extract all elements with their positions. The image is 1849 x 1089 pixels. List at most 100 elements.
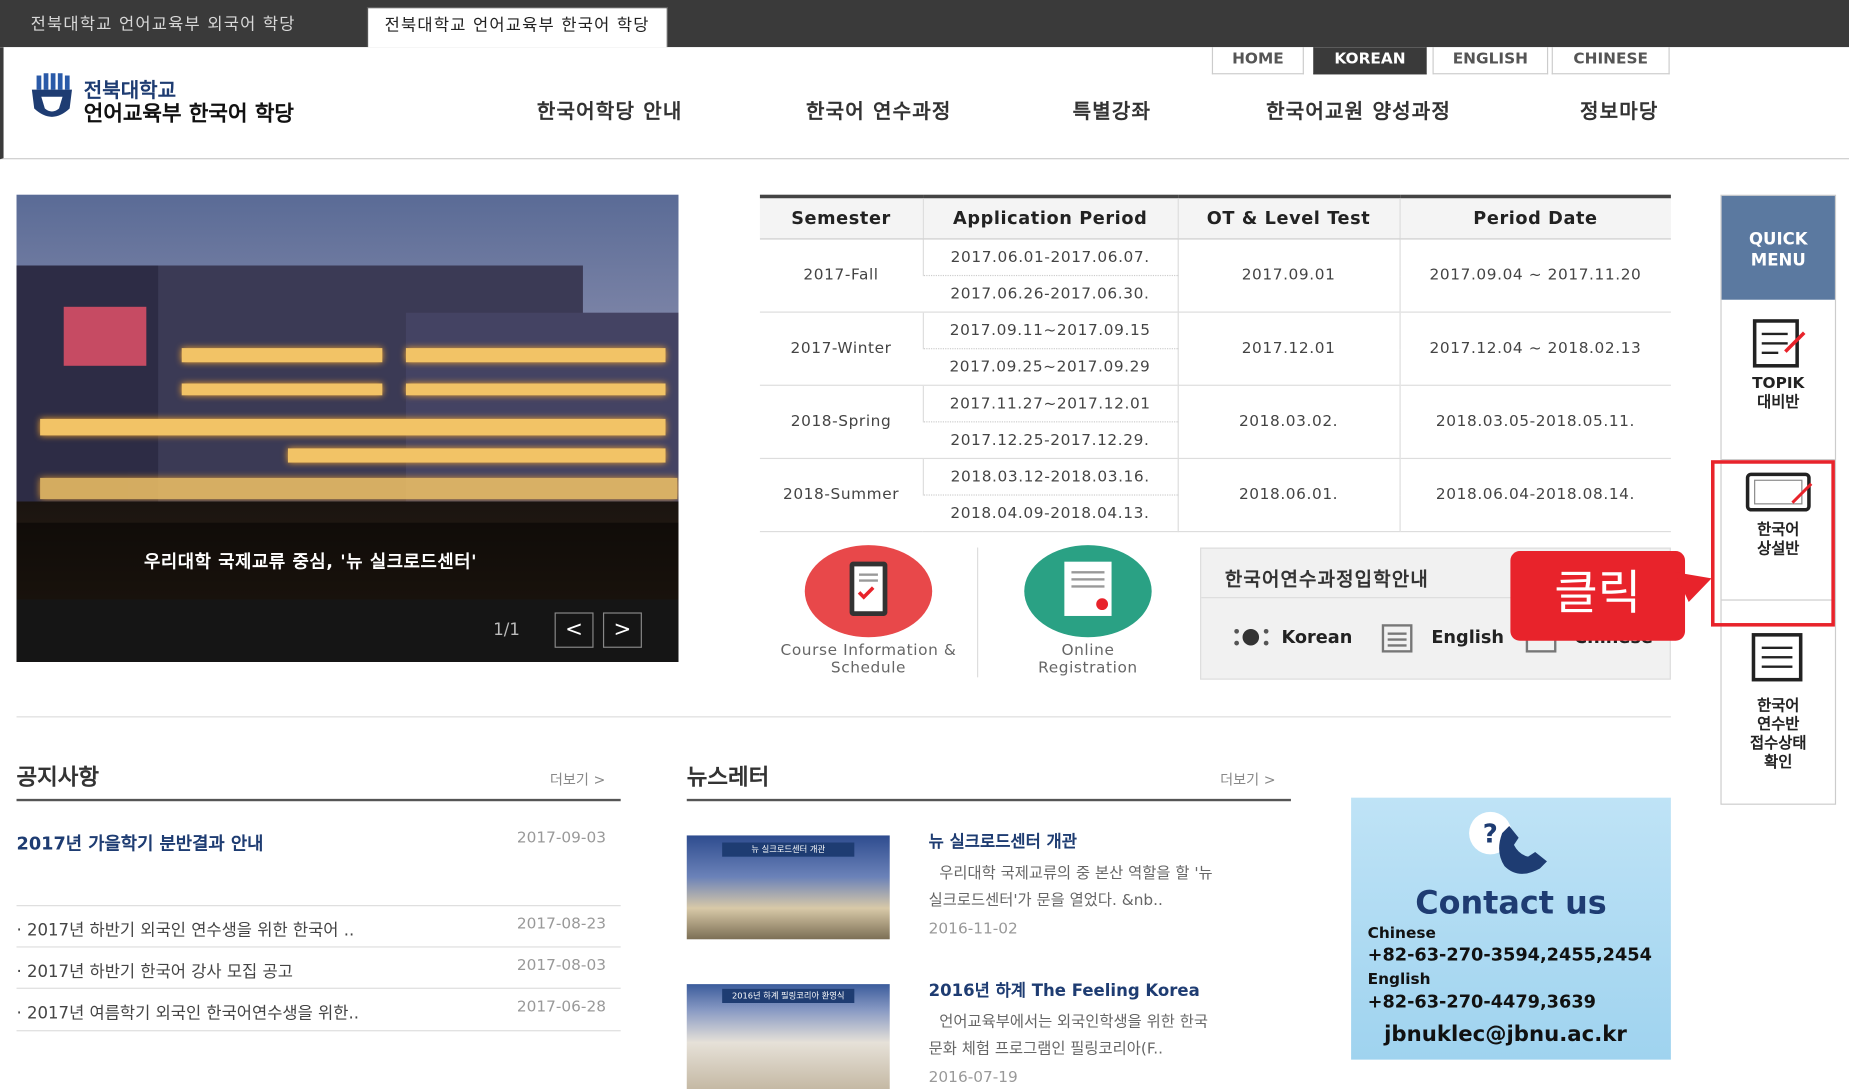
- contact-chinese-label: Chinese: [1367, 925, 1436, 943]
- logo-department-name[interactable]: 언어교육부 한국어 학당: [84, 97, 294, 128]
- quick-topik-label-1: TOPIK: [1752, 375, 1805, 393]
- news-thumbnail-banner: 뉴 실크로드센터 개관: [722, 842, 855, 857]
- news-item-date: 2016-07-19: [928, 1069, 1018, 1087]
- contact-title: Contact us: [1415, 884, 1607, 922]
- application-cell: 2017.06.26-2017.06.30.: [922, 275, 1178, 313]
- list-item[interactable]: · 2017년 하반기 한국어 강사 모집 공고 2017-08-03: [16, 948, 621, 989]
- site-header: 전북대학교 언어교육부 한국어 학당 HOME KOREAN ENGLISH C…: [0, 47, 1849, 160]
- document-list-icon: [1750, 631, 1804, 688]
- notice-featured-link[interactable]: 2017년 가을학기 분반결과 안내: [17, 831, 264, 856]
- news-thumbnail-banner: 2016년 하계 필링코리아 환영식: [722, 988, 855, 1003]
- notice-item-title: · 2017년 하반기 외국인 연수생을 위한 한국어 ..: [16, 921, 355, 941]
- news-item-date: 2016-11-02: [928, 920, 1018, 939]
- tab-korean-language[interactable]: 전북대학교 언어교육부 한국어 학당: [366, 7, 668, 48]
- table-row: 2018-Spring 2017.11.27~2017.12.01 2018.0…: [759, 385, 1671, 460]
- tab-foreign-language[interactable]: 전북대학교 언어교육부 외국어 학당: [14, 7, 312, 47]
- quick-menu-title-1: QUICK: [1748, 230, 1808, 249]
- newsletter-more-link[interactable]: 더보기 >: [1220, 769, 1275, 789]
- lang-korean[interactable]: KOREAN: [1313, 47, 1427, 75]
- quick-menu-header: QUICK MENU: [1721, 195, 1835, 300]
- document-list-icon: [1376, 622, 1416, 655]
- lang-english[interactable]: ENGLISH: [1432, 47, 1549, 75]
- click-callout: 클릭: [1510, 551, 1686, 641]
- notice-item-title: · 2017년 하반기 한국어 강사 모집 공고: [16, 962, 293, 982]
- slide-counter: 1/1: [493, 620, 520, 640]
- contact-english-phone: +82-63-270-4479,3639: [1367, 991, 1596, 1013]
- gnb-item-intro[interactable]: 한국어학당 안내: [537, 94, 683, 124]
- semester-cell: 2017-Fall: [759, 238, 923, 313]
- lang-chinese[interactable]: CHINESE: [1551, 47, 1670, 75]
- period-cell: 2018.06.04-2018.08.14.: [1398, 458, 1671, 533]
- notice-item-text: 2017년 여름학기 외국인 한국어연수생을 위한..: [27, 1004, 359, 1024]
- svg-text:?: ?: [1483, 820, 1498, 850]
- certificate-icon: [1024, 545, 1152, 638]
- callout-text: 클릭: [1554, 566, 1642, 621]
- quick-status-label-1: 한국어: [1757, 697, 1800, 716]
- ot-cell: 2018.03.02.: [1177, 385, 1400, 460]
- online-registration-button[interactable]: Online Registration: [982, 545, 1194, 684]
- news-thumbnail[interactable]: 뉴 실크로드센터 개관: [686, 835, 890, 940]
- notice-item-date: 2017-06-28: [516, 998, 607, 1016]
- main-slider: 우리대학 국제교류 중심, '뉴 실크로드센터' 1/1 < >: [16, 194, 679, 662]
- contact-email[interactable]: jbnuklec@jbnu.ac.kr: [1384, 1022, 1627, 1047]
- list-item[interactable]: · 2017년 하반기 외국인 연수생을 위한 한국어 .. 2017-08-2…: [16, 906, 621, 948]
- online-label-1: Online: [1061, 641, 1115, 660]
- period-cell: 2017.09.04 ~ 2017.11.20: [1398, 238, 1671, 313]
- news-thumbnail[interactable]: 2016년 하계 필링코리아 환영식: [686, 984, 890, 1089]
- course-info-button[interactable]: Course Information & Schedule: [761, 545, 976, 684]
- notice-featured-date: 2017-09-03: [516, 829, 607, 848]
- column-header: Semester: [759, 194, 923, 240]
- notice-header-line: [16, 798, 621, 802]
- slide-prev-button[interactable]: <: [554, 612, 594, 648]
- news-item-desc-2: 문화 체험 프로그램인 필링코리아(F..: [928, 1040, 1163, 1059]
- slide-next-button[interactable]: >: [602, 612, 642, 648]
- course-info-label-2: Schedule: [830, 659, 907, 678]
- document-check-icon: [804, 545, 933, 638]
- table-row: 2018-Summer 2018.03.12-2018.03.16. 2018.…: [759, 458, 1671, 533]
- period-cell: 2018.03.05-2018.05.11.: [1398, 385, 1671, 460]
- semester-cell: 2018-Summer: [759, 458, 923, 533]
- gnb-item-teacher-training[interactable]: 한국어교원 양성과정: [1266, 94, 1451, 124]
- notice-item-text: 2017년 하반기 외국인 연수생을 위한 한국어 ..: [27, 921, 355, 941]
- ot-cell: 2017.12.01: [1177, 312, 1400, 386]
- notice-item-text: 2017년 하반기 한국어 강사 모집 공고: [27, 962, 293, 982]
- contact-us-box[interactable]: ? Contact us Chinese +82-63-270-3594,245…: [1351, 797, 1671, 1060]
- ot-cell: 2017.09.01: [1177, 238, 1400, 313]
- highlight-box: [1710, 460, 1835, 627]
- quick-status-label-2: 연수반: [1757, 716, 1800, 734]
- notice-title: 공지사항: [16, 764, 100, 791]
- contact-chinese-phone: +82-63-270-3594,2455,2454: [1367, 943, 1652, 966]
- quick-status-button[interactable]: 한국어 연수반 접수상태 확인: [1722, 601, 1835, 804]
- news-item-desc-1: 언어교육부에서는 외국인학생을 위한 한국: [939, 1013, 1208, 1032]
- application-cell: 2017.09.25~2017.09.29: [922, 348, 1178, 386]
- application-cell: 2017.11.27~2017.12.01: [922, 385, 1178, 423]
- news-item-desc-2: 실크로드센터'가 문을 열었다. &nb..: [928, 892, 1163, 910]
- online-label-2: Registration: [1038, 659, 1138, 678]
- quick-topik-label-2: 대비반: [1757, 394, 1800, 412]
- topik-document-icon: [1752, 316, 1806, 373]
- lang-home[interactable]: HOME: [1211, 47, 1304, 75]
- semester-cell: 2017-Winter: [759, 312, 923, 386]
- application-cell: 2018.03.12-2018.03.16.: [922, 458, 1178, 496]
- gnb-item-courses[interactable]: 한국어 연수과정: [806, 94, 952, 124]
- news-item-title[interactable]: 뉴 실크로드센터 개관: [929, 830, 1077, 854]
- schedule-table: Semester Application Period OT & Level T…: [759, 194, 1671, 533]
- quick-topik-button[interactable]: TOPIK 대비반: [1722, 300, 1835, 459]
- course-info-label-1: Course Information &: [780, 641, 957, 660]
- site-tab-bar: 전북대학교 언어교육부 외국어 학당 전북대학교 언어교육부 한국어 학당: [0, 0, 1849, 48]
- quick-menu-title-2: MENU: [1750, 251, 1806, 271]
- news-item-desc-1: 우리대학 국제교류의 중 본산 역할을 할 '뉴: [939, 864, 1213, 883]
- news-item-title[interactable]: 2016년 하계 The Feeling Korea: [929, 978, 1200, 1002]
- list-item[interactable]: · 2017년 여름학기 외국인 한국어연수생을 위한.. 2017-06-28: [16, 989, 621, 1032]
- gnb-item-special[interactable]: 특별강좌: [1073, 94, 1152, 124]
- admission-title: 한국어연수과정입학안내: [1224, 567, 1429, 590]
- admission-english-link[interactable]: English: [1431, 627, 1504, 648]
- korean-guide-icon: [1232, 624, 1272, 650]
- gnb-item-info[interactable]: 정보마당: [1580, 94, 1659, 124]
- university-logo-icon[interactable]: [27, 73, 77, 125]
- newsletter-header-line: [686, 798, 1291, 802]
- notice-item-title: · 2017년 여름학기 외국인 한국어연수생을 위한..: [16, 1004, 359, 1024]
- notice-more-link[interactable]: 더보기 >: [550, 769, 605, 789]
- admission-korean-link[interactable]: Korean: [1281, 627, 1352, 648]
- slide-caption-bar: 우리대학 국제교류 중심, '뉴 실크로드센터': [16, 522, 679, 600]
